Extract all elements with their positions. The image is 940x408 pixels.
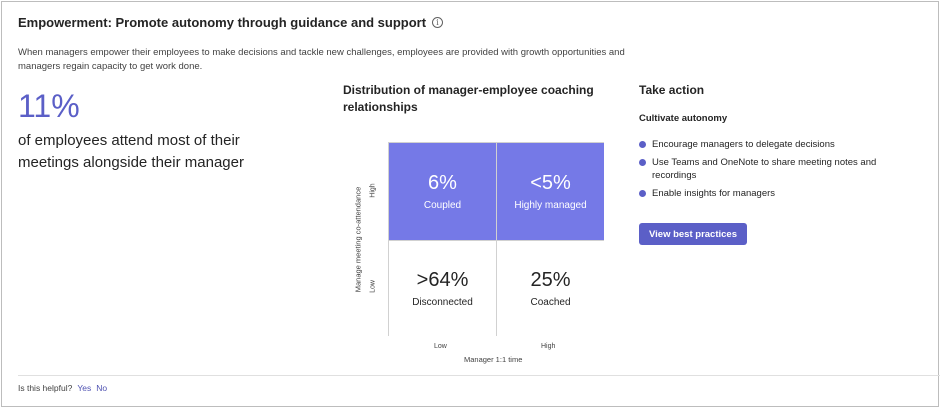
action-list-item-text: Use Teams and OneNote to share meeting n…	[652, 157, 877, 181]
take-action-title: Take action	[639, 83, 705, 97]
card-description: When managers empower their employees to…	[18, 47, 625, 72]
view-best-practices-button[interactable]: View best practices	[639, 223, 747, 245]
matrix-cell-coupled: 6% Coupled	[389, 143, 496, 240]
bullet-dot-icon	[639, 141, 646, 148]
action-list: Encourage managers to delegate decisions…	[639, 138, 879, 205]
chart-x-tick-low: Low	[434, 343, 447, 350]
cell-label: Highly managed	[514, 200, 587, 211]
matrix-cell-coached: 25% Coached	[497, 241, 604, 336]
feedback-no-link[interactable]: No	[96, 383, 107, 393]
cell-label: Coupled	[423, 200, 462, 211]
feedback-question: Is this helpful?	[18, 383, 73, 393]
cell-value: >64%	[416, 269, 469, 291]
card-title: Empowerment: Promote autonomy through gu…	[18, 15, 444, 30]
chart-x-tick-high: High	[541, 343, 556, 350]
chart-y-axis-label: Manage meeting co-attendance	[353, 186, 363, 293]
bullet-dot-icon	[639, 190, 646, 197]
card-title-text: Empowerment: Promote autonomy through gu…	[18, 15, 427, 30]
cell-label: Coached	[530, 297, 571, 308]
chart-title: Distribution of manager-employee coachin…	[343, 83, 594, 114]
action-list-item-text: Enable insights for managers	[652, 188, 776, 199]
stat-value: 11%	[18, 88, 80, 124]
chart-x-axis-label: Manager 1:1 time	[464, 355, 523, 364]
info-icon[interactable]: i	[432, 17, 444, 28]
cell-value: <5%	[530, 172, 571, 194]
action-list-item: Enable insights for managers	[639, 187, 879, 200]
matrix-cell-disconnected: >64% Disconnected	[389, 241, 496, 336]
cell-label: Disconnected	[412, 297, 473, 308]
action-list-item: Use Teams and OneNote to share meeting n…	[639, 156, 879, 182]
cell-value: 6%	[428, 172, 457, 194]
chart-y-tick-low: Low	[369, 280, 377, 293]
matrix-cell-highly-managed: <5% Highly managed	[497, 143, 604, 240]
cell-value: 25%	[530, 269, 571, 291]
feedback-yes-link[interactable]: Yes	[77, 383, 91, 393]
coaching-matrix: 6% Coupled <5% Highly managed >64% Disco…	[388, 142, 604, 336]
empowerment-card: Empowerment: Promote autonomy through gu…	[1, 1, 940, 407]
take-action-subtitle: Cultivate autonomy	[639, 113, 728, 124]
feedback-footer: Is this helpful? Yes No	[18, 383, 107, 393]
action-list-item: Encourage managers to delegate decisions	[639, 138, 879, 151]
chart-y-tick-high: High	[369, 183, 377, 198]
action-list-item-text: Encourage managers to delegate decisions	[652, 139, 835, 150]
stat-description: of employees attend most of their meetin…	[18, 132, 244, 171]
bullet-dot-icon	[639, 159, 646, 166]
matrix-divider-horizontal	[389, 240, 604, 241]
footer-divider	[18, 375, 940, 376]
